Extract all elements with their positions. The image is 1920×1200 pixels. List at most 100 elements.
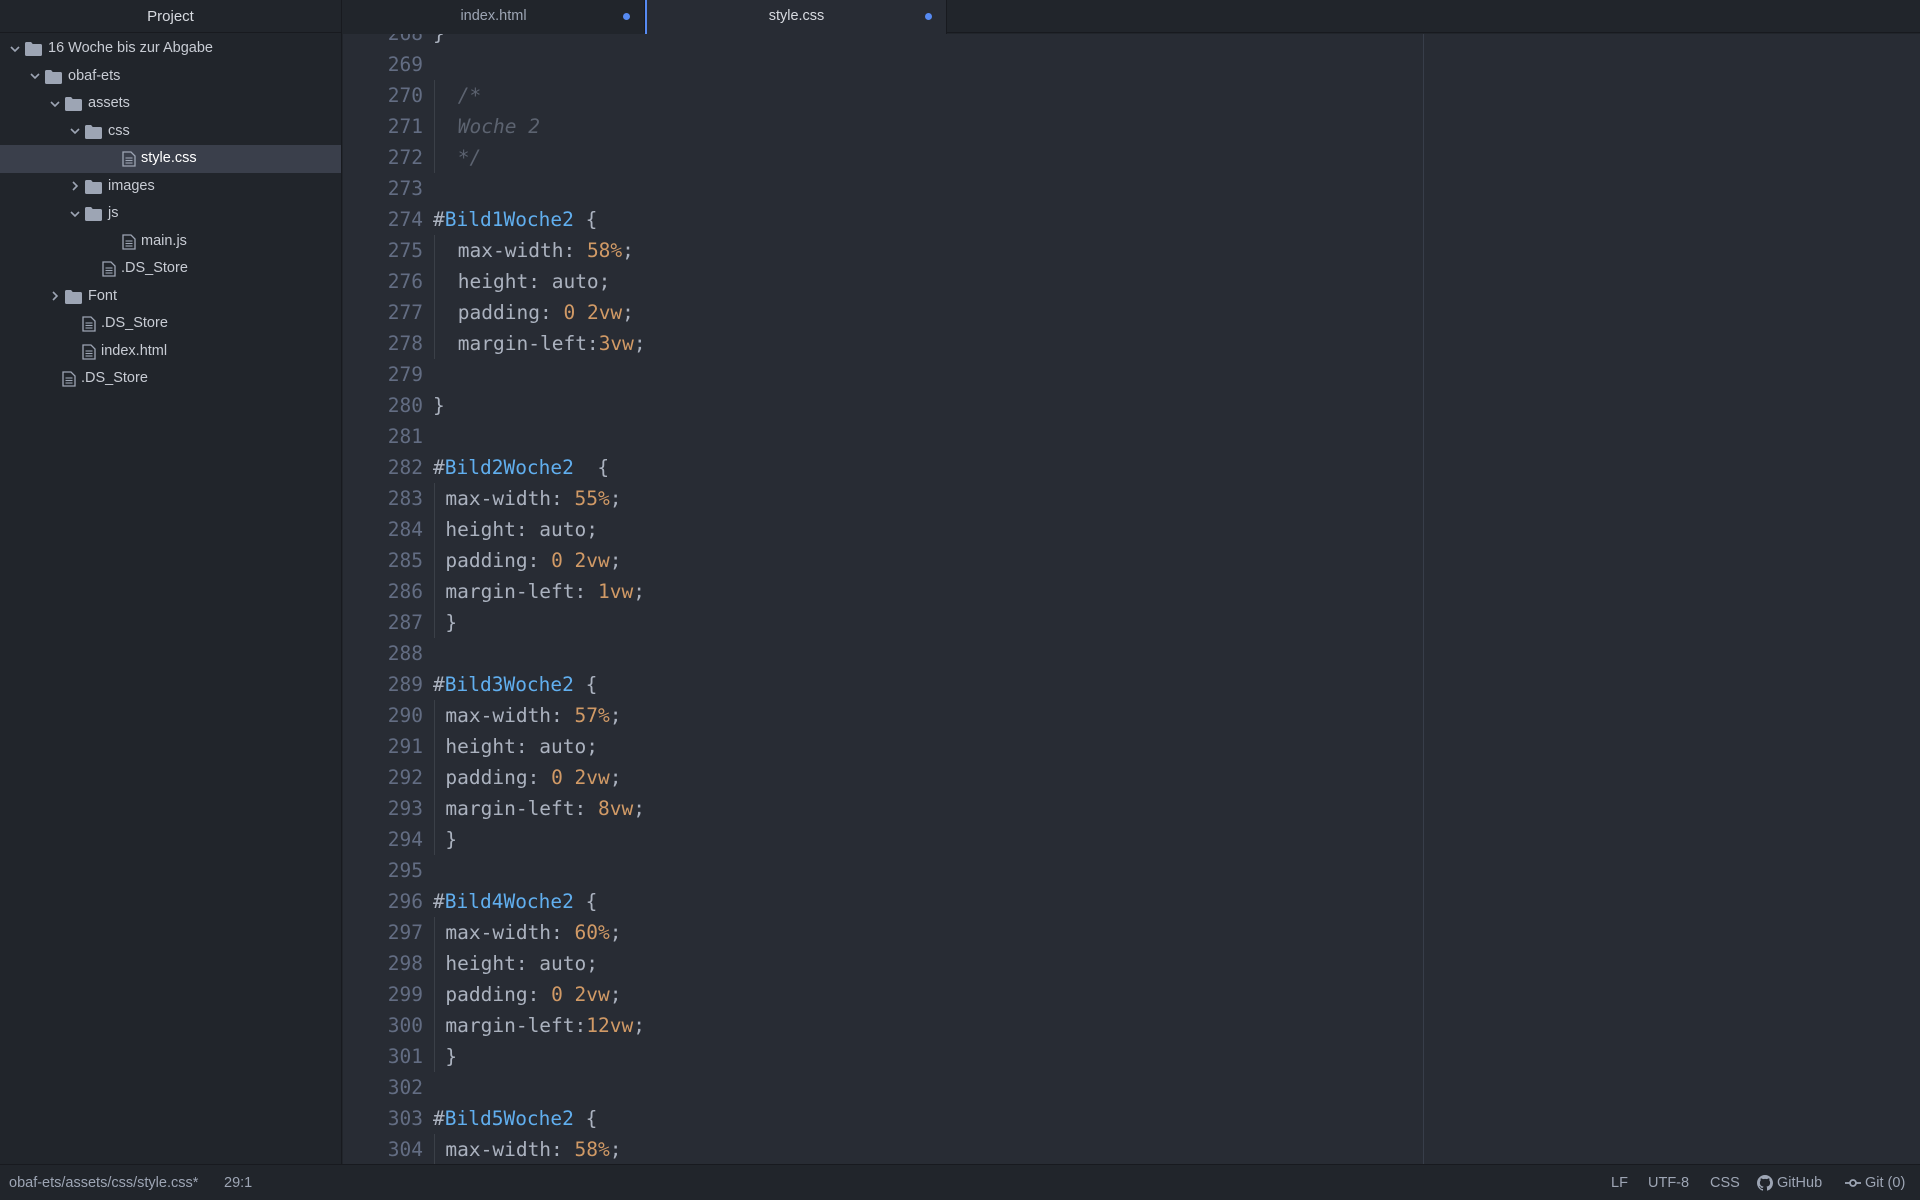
file-text-icon [82, 316, 99, 332]
status-cursor-position[interactable]: 29:1 [224, 1165, 252, 1200]
tab-index-html[interactable]: index.html [343, 0, 645, 33]
code-token: 0 2vw [551, 549, 610, 572]
tree-folder[interactable]: assets [0, 90, 341, 118]
tree-folder[interactable]: 16 Woche bis zur Abgabe [0, 35, 341, 63]
tree-file[interactable]: .DS_Store [0, 365, 341, 393]
code-line[interactable]: } [445, 824, 457, 855]
code-line[interactable]: margin-left:3vw; [458, 328, 646, 359]
code-line[interactable]: } [433, 390, 445, 421]
code-line[interactable]: } [445, 1041, 457, 1072]
line-number: 303 [387, 1107, 423, 1130]
code-line[interactable]: max-width: 60%; [445, 917, 621, 948]
line-number: 269 [387, 53, 423, 76]
tree-file[interactable]: main.js [0, 228, 341, 256]
line-number: 288 [387, 642, 423, 665]
tree-file[interactable]: style.css [0, 145, 341, 173]
line-number: 302 [387, 1076, 423, 1099]
code-line[interactable]: #Bild1Woche2 { [433, 204, 597, 235]
code-line[interactable]: #Bild4Woche2 { [433, 886, 597, 917]
code-line[interactable]: } [445, 607, 457, 638]
code-line[interactable]: Woche 2 [458, 111, 540, 142]
code-token: margin-left: [445, 580, 599, 603]
status-line-ending[interactable]: LF [1611, 1165, 1628, 1200]
code-line[interactable]: height: auto; [445, 731, 598, 762]
code-line[interactable]: } [433, 34, 445, 49]
code-line[interactable]: */ [458, 142, 481, 173]
code-line[interactable]: #Bild3Woche2 { [433, 669, 597, 700]
code-token: Bild3Woche2 [444, 673, 574, 696]
tree-item-label: images [108, 177, 155, 194]
code-token: ; [609, 921, 622, 944]
code-token: 58% [586, 239, 623, 262]
folder-icon [65, 289, 82, 304]
code-token: } [445, 1045, 458, 1068]
tree-item-label: main.js [141, 232, 187, 249]
code-token: ; [622, 239, 634, 262]
file-tree: 16 Woche bis zur Abgabe obaf-ets assets css… [0, 33, 341, 393]
code-token: } [445, 611, 458, 634]
code-line[interactable]: padding: 0 2vw; [445, 545, 621, 576]
code-line[interactable]: /* [458, 80, 481, 111]
line-number: 270 [387, 84, 423, 107]
code-token: max-width: [445, 704, 575, 727]
code-line[interactable]: height: auto; [445, 514, 598, 545]
status-git[interactable]: Git (0) [1845, 1165, 1905, 1200]
tree-item-label: style.css [141, 150, 197, 166]
chevron-down-icon[interactable] [48, 90, 62, 118]
chevron-down-icon[interactable] [28, 63, 42, 91]
code-area[interactable]: }/*Woche 2*/#Bild1Woche2 {max-width: 58%… [433, 34, 1920, 1164]
code-line[interactable]: max-width: 58%; [458, 235, 634, 266]
line-number: 283 [387, 487, 423, 510]
indent-guide [434, 328, 435, 359]
indent-guide [434, 576, 435, 607]
code-line[interactable]: height: auto; [458, 266, 611, 297]
code-line[interactable]: #Bild2Woche2 { [433, 452, 609, 483]
chevron-right-icon[interactable] [48, 283, 62, 311]
code-line[interactable]: margin-left: 8vw; [445, 793, 645, 824]
modified-dot-icon [623, 13, 630, 20]
code-line[interactable]: margin-left: 1vw; [445, 576, 645, 607]
code-token: max-width: [445, 1138, 575, 1161]
indent-guide [434, 483, 435, 514]
code-token: max-width: [457, 239, 587, 262]
tree-file[interactable]: .DS_Store [0, 310, 341, 338]
status-github[interactable]: GitHub [1757, 1165, 1822, 1200]
tree-folder[interactable]: css [0, 118, 341, 146]
code-token: # [433, 673, 445, 696]
line-number: 296 [387, 890, 423, 913]
tree-folder[interactable]: images [0, 173, 341, 201]
code-line[interactable]: margin-left:12vw; [445, 1010, 645, 1041]
code-line[interactable]: padding: 0 2vw; [445, 979, 621, 1010]
code-token: ; [609, 549, 622, 572]
code-token: { [573, 673, 598, 696]
code-line[interactable]: max-width: 55%; [445, 483, 621, 514]
code-line[interactable]: max-width: 57%; [445, 700, 621, 731]
chevron-down-icon[interactable] [8, 35, 22, 63]
chevron-right-icon[interactable] [68, 173, 82, 201]
tree-file[interactable]: .DS_Store [0, 255, 341, 283]
code-token: Bild1Woche2 [444, 208, 574, 231]
status-encoding[interactable]: UTF-8 [1648, 1165, 1689, 1200]
line-number: 293 [387, 797, 423, 820]
code-line[interactable]: max-width: 58%; [445, 1134, 621, 1164]
chevron-down-icon[interactable] [68, 118, 82, 146]
line-number: 268 [343, 34, 423, 49]
folder-icon [85, 179, 102, 194]
tree-item-label: obaf-ets [68, 67, 121, 84]
indent-guide [434, 266, 435, 297]
tree-folder[interactable]: js [0, 200, 341, 228]
code-line[interactable]: height: auto; [445, 948, 598, 979]
code-token: max-width: [445, 487, 575, 510]
tree-folder[interactable]: Font [0, 283, 341, 311]
code-line[interactable]: padding: 0 2vw; [458, 297, 634, 328]
tree-file[interactable]: index.html [0, 338, 341, 366]
code-line[interactable]: padding: 0 2vw; [445, 762, 621, 793]
status-grammar[interactable]: CSS [1710, 1165, 1740, 1200]
code-editor[interactable]: 268 269 270 271 272 273 274 275 276 277 278 279 280 2… [343, 34, 1920, 1164]
tab-style-css[interactable]: style.css [645, 0, 947, 34]
chevron-down-icon[interactable] [68, 200, 82, 228]
code-line[interactable]: #Bild5Woche2 { [433, 1103, 597, 1134]
status-file-path[interactable]: obaf-ets/assets/css/style.css* [9, 1165, 198, 1200]
code-token: { [573, 208, 598, 231]
tree-folder[interactable]: obaf-ets [0, 63, 341, 91]
